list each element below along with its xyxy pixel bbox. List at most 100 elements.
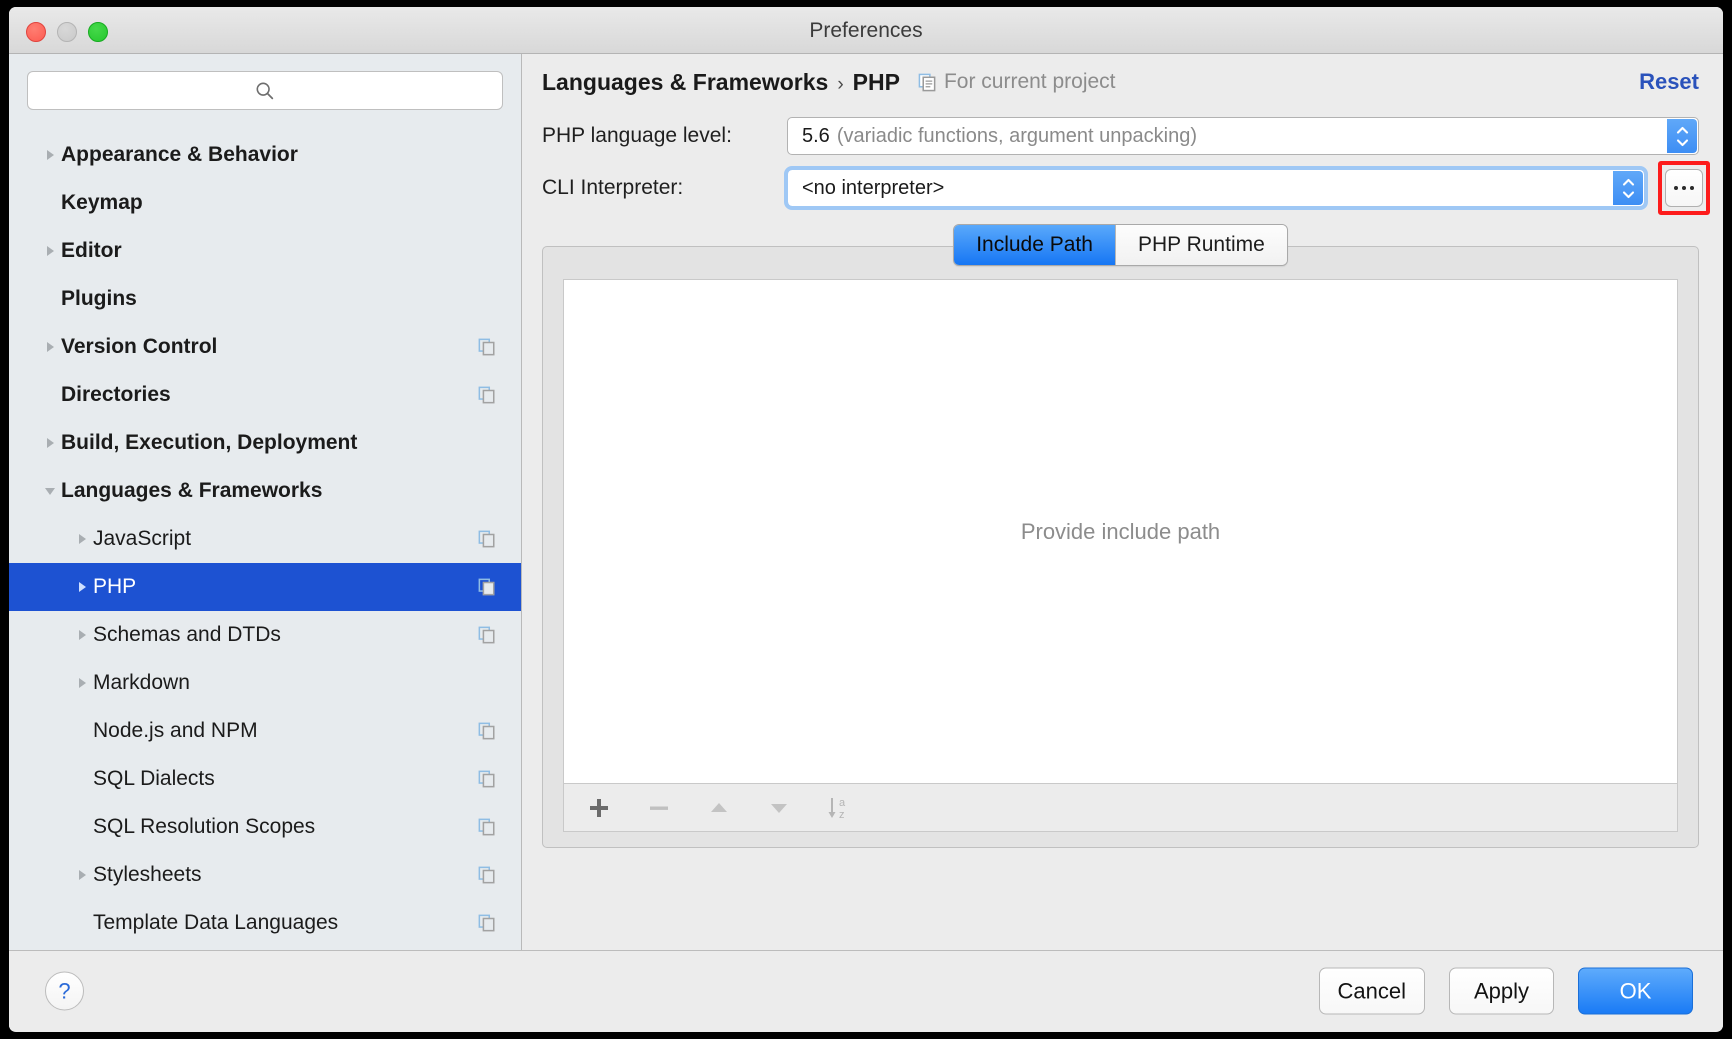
php-language-level-row: PHP language level: 5.6 (variadic functi… (522, 110, 1723, 162)
sidebar-item-twisty[interactable] (71, 531, 93, 547)
sidebar-item-label: Version Control (61, 335, 218, 358)
sidebar-item-twisty (39, 292, 61, 306)
search-area (9, 54, 521, 120)
sidebar-item-editor[interactable]: Editor (9, 227, 521, 275)
cli-interpreter-select[interactable]: <no interpreter> (784, 166, 1648, 210)
sidebar-item-label: Stylesheets (93, 863, 202, 886)
sidebar-item-php[interactable]: PHP (9, 563, 521, 611)
sidebar-item-twisty[interactable] (39, 147, 61, 163)
project-scope-icon (478, 626, 495, 644)
chevron-up-icon (1622, 178, 1634, 186)
sidebar-item-stylesheets[interactable]: Stylesheets (9, 851, 521, 899)
include-path-toolbar: az (563, 784, 1678, 832)
php-language-level-stepper[interactable] (1667, 119, 1697, 153)
sidebar-item-version-control[interactable]: Version Control (9, 323, 521, 371)
dialog-body: Appearance & Behavior Keymap Editor Plugins… (9, 54, 1723, 950)
sidebar-item-twisty[interactable] (39, 243, 61, 259)
help-button[interactable]: ? (45, 971, 84, 1011)
sidebar-item-label: Template Data Languages (93, 911, 339, 934)
search-icon (256, 82, 274, 99)
sidebar-item-twisty[interactable] (71, 675, 93, 691)
reset-link[interactable]: Reset (1639, 69, 1699, 95)
cli-interpreter-value: <no interpreter> (802, 176, 945, 199)
sidebar-item-appearance-behavior[interactable]: Appearance & Behavior (9, 131, 521, 179)
include-path-empty-message: Provide include path (1020, 518, 1221, 544)
project-scope-icon (478, 338, 496, 356)
ok-button[interactable]: OK (1578, 967, 1693, 1015)
sidebar-item-label: Build, Execution, Deployment (61, 431, 358, 454)
chevron-right-icon (47, 342, 54, 352)
tab-include-path[interactable]: Include Path (954, 225, 1115, 265)
include-path-tab-area: Include Path PHP Runtime Provide include … (542, 224, 1699, 848)
settings-tree: Appearance & Behavior Keymap Editor Plugins… (9, 120, 521, 947)
sidebar-item-twisty[interactable] (39, 339, 61, 355)
preferences-window: Preferences Appearance & Behavior Keymap E… (9, 7, 1723, 1032)
sidebar-item-twisty (71, 820, 93, 834)
sidebar-item-label: Schemas and DTDs (93, 623, 281, 646)
footer-button-group: Cancel Apply OK (1318, 967, 1693, 1015)
sidebar-item-twisty (71, 772, 93, 786)
sidebar-item-build-execution-deployment[interactable]: Build, Execution, Deployment (9, 419, 521, 467)
chevron-right-icon (79, 678, 86, 688)
project-scope-icon (478, 626, 496, 644)
project-scope-icon (478, 914, 495, 932)
sidebar-item-twisty (71, 916, 93, 930)
add-button[interactable] (582, 791, 616, 825)
sidebar-item-markdown[interactable]: Markdown (9, 659, 521, 707)
cli-interpreter-stepper[interactable] (1613, 171, 1643, 205)
sidebar-item-label: Markdown (93, 671, 190, 694)
include-path-list[interactable]: Provide include path (563, 279, 1678, 784)
php-language-level-select[interactable]: 5.6 (variadic functions, argument unpack… (787, 117, 1699, 155)
move-up-button[interactable] (702, 791, 736, 825)
sidebar-item-sql-resolution-scopes[interactable]: SQL Resolution Scopes (9, 803, 521, 851)
sidebar-item-template-data-languages[interactable]: Template Data Languages (9, 899, 521, 947)
sidebar-item-node-js-and-npm[interactable]: Node.js and NPM (9, 707, 521, 755)
sidebar-item-twisty[interactable] (71, 579, 93, 595)
move-down-button[interactable] (762, 791, 796, 825)
sidebar-item-plugins[interactable]: Plugins (9, 275, 521, 323)
sidebar-item-twisty[interactable] (71, 627, 93, 643)
ellipsis-dot-icon (1674, 186, 1678, 190)
sidebar-item-schemas-and-dtds[interactable]: Schemas and DTDs (9, 611, 521, 659)
window-titlebar: Preferences (9, 7, 1723, 54)
project-scope-icon (478, 338, 495, 356)
sidebar-item-twisty[interactable] (71, 867, 93, 883)
project-scope-icon (478, 866, 496, 884)
sidebar-item-sql-dialects[interactable]: SQL Dialects (9, 755, 521, 803)
cli-interpreter-browse-button[interactable] (1665, 169, 1703, 207)
chevron-right-icon (79, 534, 86, 544)
remove-button[interactable] (642, 791, 676, 825)
breadcrumb-parent[interactable]: Languages & Frameworks (542, 69, 828, 96)
project-scope-icon (478, 722, 495, 740)
settings-main-panel: Languages & Frameworks › PHP For current… (522, 54, 1723, 950)
php-language-level-label: PHP language level: (542, 124, 732, 147)
breadcrumb: Languages & Frameworks › PHP (542, 69, 900, 96)
sidebar-item-twisty[interactable] (39, 435, 61, 451)
arrow-down-icon (771, 803, 787, 813)
project-scope-note: For current project (918, 70, 1116, 94)
sidebar-item-javascript[interactable]: JavaScript (9, 515, 521, 563)
sidebar-item-directories[interactable]: Directories (9, 371, 521, 419)
chevron-right-icon (79, 870, 86, 880)
apply-button[interactable]: Apply (1449, 967, 1554, 1015)
chevron-down-icon (1622, 190, 1634, 198)
project-scope-icon (478, 578, 496, 596)
sidebar-item-label: Keymap (61, 191, 143, 214)
chevron-right-icon (47, 246, 54, 256)
sidebar-item-label: Plugins (61, 287, 137, 310)
project-scope-icon (478, 386, 496, 404)
project-scope-icon (918, 73, 936, 91)
sidebar-item-keymap[interactable]: Keymap (9, 179, 521, 227)
sidebar-item-languages-frameworks[interactable]: Languages & Frameworks (9, 467, 521, 515)
tab-php-runtime[interactable]: PHP Runtime (1114, 225, 1287, 265)
php-language-level-detail: (variadic functions, argument unpacking) (836, 124, 1197, 147)
plus-icon (590, 798, 608, 817)
dialog-footer: ? Cancel Apply OK (9, 950, 1723, 1031)
breadcrumb-bar: Languages & Frameworks › PHP For current… (522, 54, 1723, 110)
chevron-right-icon (47, 438, 54, 448)
search-input[interactable] (27, 71, 503, 110)
sort-alphabetically-button[interactable]: az (822, 791, 856, 825)
cancel-button[interactable]: Cancel (1318, 967, 1425, 1015)
project-scope-icon (478, 530, 495, 548)
sidebar-item-twisty[interactable] (39, 483, 61, 499)
